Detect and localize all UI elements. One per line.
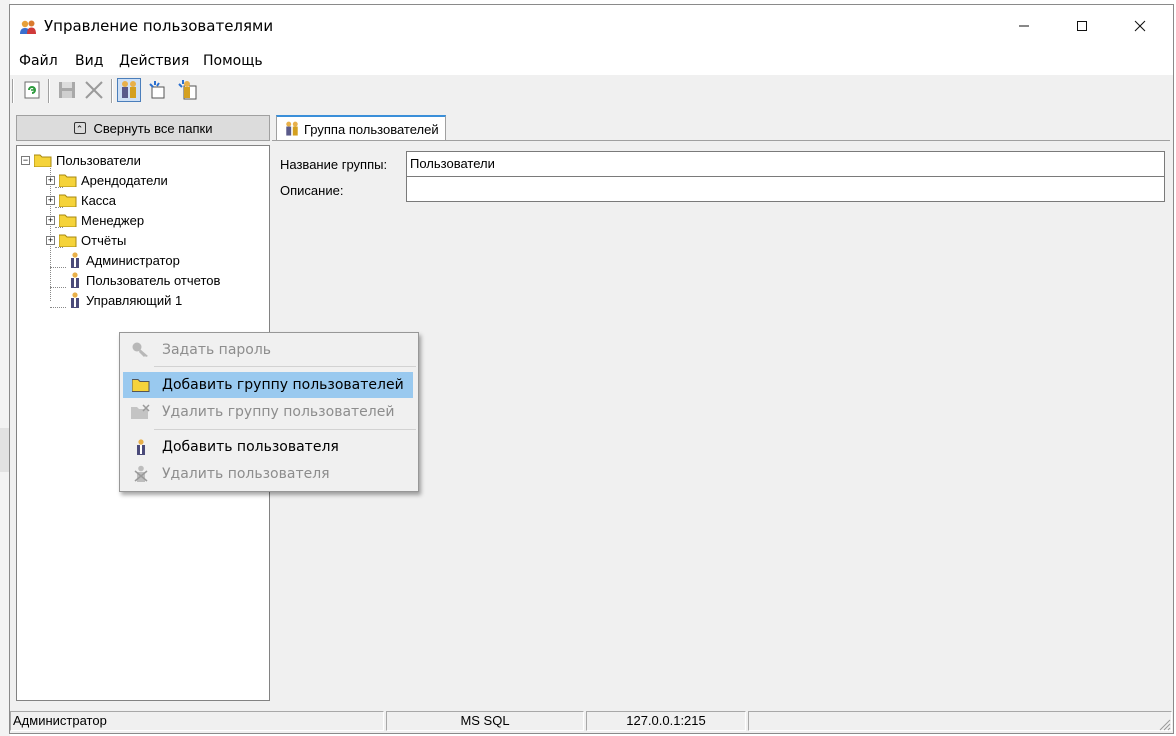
menu-help[interactable]: Помощь: [203, 53, 263, 69]
resize-grip-icon[interactable]: [1157, 717, 1171, 731]
expand-icon[interactable]: +: [46, 215, 55, 225]
menu-delete-group[interactable]: Удалить группу пользователей: [123, 399, 413, 425]
menu-item-label: Задать пароль: [162, 342, 272, 358]
menu-delete-user[interactable]: Удалить пользователя: [123, 461, 413, 487]
user-icon: [131, 438, 151, 456]
tab-label: Группа пользователей: [304, 121, 439, 137]
menu-set-password[interactable]: Задать пароль: [123, 337, 413, 363]
menu-separator: [154, 366, 416, 367]
users-icon: [286, 121, 298, 136]
tree-node-group[interactable]: + Менеджер: [46, 210, 144, 230]
tree-node-label: Пользователи: [56, 152, 141, 168]
delete-icon: [85, 81, 103, 99]
menu-view[interactable]: Вид: [75, 53, 103, 69]
tree-node-label: Администратор: [86, 252, 180, 268]
expand-icon[interactable]: +: [46, 235, 55, 245]
add-folder-icon: [149, 81, 165, 99]
menu-add-user[interactable]: Добавить пользователя: [123, 434, 413, 460]
save-button[interactable]: [55, 78, 79, 102]
menu-item-label: Удалить пользователя: [162, 466, 330, 482]
add-folder-button[interactable]: [146, 78, 170, 102]
folder-icon: [59, 174, 77, 187]
group-name-label: Название группы:: [280, 157, 388, 172]
collapse-all-label: Свернуть все папки: [93, 120, 213, 136]
window-title: Управление пользователями: [44, 17, 274, 35]
minimize-icon: [1019, 25, 1029, 27]
group-name-field[interactable]: Пользователи: [406, 151, 1165, 177]
tree-node-label: Касса: [81, 192, 117, 208]
tree-node-group[interactable]: + Арендодатели: [46, 170, 168, 190]
save-icon: [59, 82, 75, 98]
toolbar-separator: [48, 79, 50, 103]
menu-separator: [154, 429, 416, 430]
maximize-button[interactable]: [1053, 5, 1111, 47]
refresh-icon: [24, 81, 40, 99]
title-bar[interactable]: Управление пользователями: [10, 5, 1173, 47]
toolbar: [10, 75, 1173, 109]
users-icon: [122, 81, 136, 98]
expand-icon[interactable]: +: [46, 195, 55, 205]
menu-add-group[interactable]: Добавить группу пользователей: [123, 372, 413, 398]
context-menu: Задать пароль Добавить группу пользовате…: [119, 332, 419, 492]
chevron-up-icon: ⌃: [73, 122, 86, 134]
status-user: Администратор: [10, 711, 384, 731]
folder-open-icon: [34, 154, 52, 167]
delete-user-icon: [131, 465, 151, 483]
folder-icon: [59, 194, 77, 207]
tree-line: [50, 287, 66, 288]
folder-icon: [131, 376, 151, 394]
status-address: 127.0.0.1:215: [586, 711, 746, 731]
status-bar: Администратор MS SQL 127.0.0.1:215: [10, 709, 1173, 733]
menu-item-label: Добавить пользователя: [162, 439, 339, 455]
tree-node-label: Пользователь отчетов: [86, 272, 221, 288]
tree-node-label: Отчёты: [81, 232, 127, 248]
users-app-icon: [20, 20, 36, 34]
description-label: Описание:: [280, 183, 344, 198]
menu-bar: Файл Вид Действия Помощь: [10, 47, 1173, 75]
tree-line: [50, 267, 66, 268]
tree-node-user[interactable]: Управляющий 1: [69, 290, 182, 310]
expand-icon[interactable]: +: [46, 175, 55, 185]
status-database: MS SQL: [386, 711, 584, 731]
tree-line: [50, 307, 66, 308]
user-icon: [71, 291, 79, 308]
user-icon: [71, 271, 79, 288]
delete-folder-icon: [131, 403, 151, 421]
users-button[interactable]: [117, 78, 141, 102]
collapse-icon[interactable]: −: [21, 155, 30, 165]
key-icon: [131, 341, 151, 359]
tree-node-user[interactable]: Администратор: [69, 250, 180, 270]
tab-divider: [272, 140, 1170, 141]
add-user-icon: [178, 80, 197, 100]
tree-node-group[interactable]: + Отчёты: [46, 230, 126, 250]
tree-node-user[interactable]: Пользователь отчетов: [69, 270, 220, 290]
menu-item-label: Удалить группу пользователей: [162, 404, 395, 420]
toolbar-grip: [12, 79, 14, 103]
user-icon: [71, 251, 79, 268]
close-button[interactable]: [1111, 5, 1169, 47]
add-user-button[interactable]: [175, 78, 199, 102]
description-field[interactable]: [406, 176, 1165, 202]
tab-user-group[interactable]: Группа пользователей: [276, 115, 446, 141]
delete-button[interactable]: [82, 78, 106, 102]
toolbar-separator: [111, 79, 113, 103]
maximize-icon: [1077, 21, 1087, 31]
tree-node-label: Менеджер: [81, 212, 145, 228]
folder-icon: [59, 234, 77, 247]
close-icon: [1134, 20, 1146, 32]
tree-node-label: Управляющий 1: [86, 292, 183, 308]
status-extra: [748, 711, 1172, 731]
folder-icon: [59, 214, 77, 227]
minimize-button[interactable]: [995, 5, 1053, 47]
menu-actions[interactable]: Действия: [119, 53, 189, 69]
menu-item-label: Добавить группу пользователей: [162, 377, 404, 393]
tree-node-label: Арендодатели: [81, 172, 168, 188]
menu-file[interactable]: Файл: [19, 53, 58, 69]
refresh-button[interactable]: [20, 78, 44, 102]
tree-node-root[interactable]: − Пользователи: [21, 150, 141, 170]
collapse-all-button[interactable]: ⌃ Свернуть все папки: [16, 115, 270, 141]
tree-node-group[interactable]: + Касса: [46, 190, 116, 210]
